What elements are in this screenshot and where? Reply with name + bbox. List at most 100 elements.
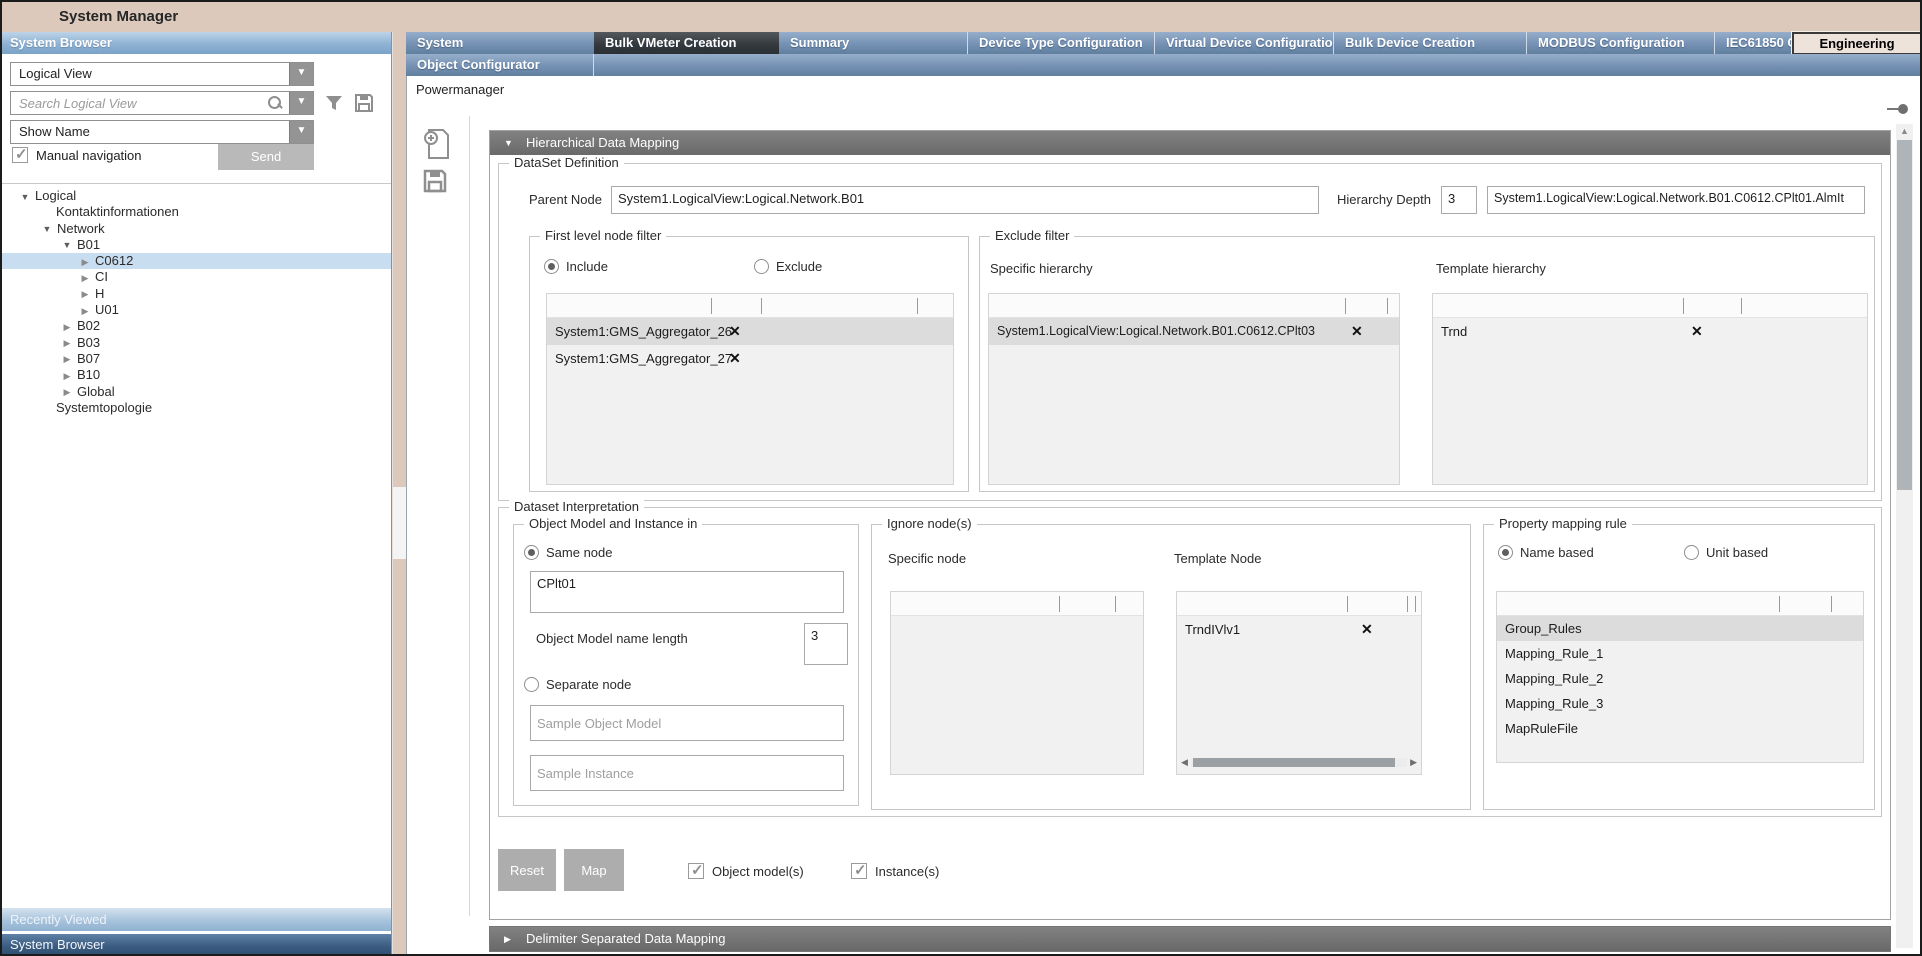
expand-icon[interactable] bbox=[78, 302, 92, 319]
filter-icon[interactable] bbox=[323, 92, 345, 114]
reset-button[interactable]: Reset bbox=[498, 849, 556, 891]
sample-instance-input[interactable] bbox=[530, 755, 844, 791]
tree-item-systemtopologie[interactable]: Systemtopologie bbox=[2, 400, 391, 416]
remove-icon[interactable] bbox=[729, 318, 741, 345]
list-item[interactable]: System1.LogicalView:Logical.Network.B01.… bbox=[989, 318, 1399, 345]
expand-icon[interactable] bbox=[60, 367, 74, 384]
chevron-down-icon[interactable] bbox=[289, 121, 313, 143]
engineering-mode-button[interactable]: Engineering bbox=[1792, 32, 1922, 55]
parent-node-field[interactable]: System1.LogicalView:Logical.Network.B01 bbox=[611, 186, 1319, 214]
list-item[interactable]: Mapping_Rule_3 bbox=[1497, 691, 1863, 716]
list-item[interactable]: Mapping_Rule_2 bbox=[1497, 666, 1863, 691]
tree-item-logical[interactable]: Logical bbox=[2, 188, 391, 204]
horizontal-scrollbar[interactable]: ◀ ▶ bbox=[1181, 756, 1417, 769]
hierarchical-data-mapping-header[interactable]: ▼ Hierarchical Data Mapping bbox=[490, 131, 1890, 155]
tree-item-h[interactable]: H bbox=[2, 286, 391, 302]
unit-based-radio[interactable] bbox=[1684, 545, 1699, 560]
tab-bulk-vmeter-creation[interactable]: Bulk VMeter Creation bbox=[594, 32, 779, 54]
separate-node-radio[interactable] bbox=[524, 677, 539, 692]
list-item[interactable]: MapRuleFile bbox=[1497, 716, 1863, 741]
list-item[interactable]: Group_Rules bbox=[1497, 616, 1863, 641]
object-models-label: Object model(s) bbox=[712, 864, 804, 879]
new-dataset-icon[interactable] bbox=[421, 128, 451, 160]
send-button[interactable]: Send bbox=[218, 144, 314, 170]
collapse-icon[interactable] bbox=[60, 236, 74, 253]
save-icon[interactable] bbox=[422, 168, 448, 194]
expand-icon[interactable] bbox=[78, 285, 92, 302]
same-node-value-field[interactable]: CPlt01 bbox=[530, 571, 844, 613]
manual-navigation-checkbox[interactable] bbox=[12, 147, 28, 163]
list-item[interactable]: Mapping_Rule_1 bbox=[1497, 641, 1863, 666]
expand-icon[interactable] bbox=[60, 350, 74, 367]
exclude-radio[interactable] bbox=[754, 259, 769, 274]
sample-object-model-input[interactable] bbox=[530, 705, 844, 741]
expand-icon[interactable] bbox=[78, 269, 92, 286]
expand-icon[interactable] bbox=[78, 253, 92, 270]
collapse-icon[interactable]: ▼ bbox=[504, 131, 513, 155]
list-item[interactable]: System1:GMS_Aggregator_27 bbox=[547, 345, 953, 372]
parent-node-label: Parent Node bbox=[529, 192, 602, 207]
hierarchy-depth-field[interactable]: 3 bbox=[1441, 186, 1477, 214]
scrollbar-thumb[interactable] bbox=[1193, 758, 1395, 767]
save-icon[interactable] bbox=[353, 92, 375, 114]
remove-icon[interactable] bbox=[729, 345, 741, 372]
map-button[interactable]: Map bbox=[564, 849, 624, 891]
expand-icon[interactable] bbox=[60, 383, 74, 400]
splitter-handle[interactable] bbox=[393, 487, 406, 559]
list-item[interactable]: TrndIVlv1 bbox=[1177, 616, 1421, 643]
expand-icon[interactable]: ▶ bbox=[504, 927, 511, 951]
chevron-down-icon[interactable] bbox=[289, 92, 313, 114]
scroll-left-icon[interactable]: ◀ bbox=[1181, 756, 1191, 769]
tree-item-u01[interactable]: U01 bbox=[2, 302, 391, 318]
tree-item-b01[interactable]: B01 bbox=[2, 237, 391, 253]
scroll-up-icon[interactable]: ▲ bbox=[1896, 126, 1913, 136]
remove-icon[interactable] bbox=[1361, 616, 1373, 643]
pin-icon[interactable] bbox=[1887, 103, 1911, 115]
vertical-scrollbar[interactable]: ▲ bbox=[1896, 124, 1913, 948]
same-node-radio[interactable] bbox=[524, 545, 539, 560]
remove-icon[interactable] bbox=[1351, 318, 1363, 345]
collapse-icon[interactable] bbox=[18, 188, 32, 205]
tree-item-b10[interactable]: B10 bbox=[2, 367, 391, 383]
name-based-label: Name based bbox=[1520, 545, 1594, 560]
object-models-checkbox[interactable] bbox=[688, 863, 704, 879]
include-radio[interactable] bbox=[544, 259, 559, 274]
view-selector[interactable]: Logical View bbox=[10, 62, 314, 86]
recently-viewed-bar[interactable]: Recently Viewed bbox=[2, 908, 391, 931]
tree-item-global[interactable]: Global bbox=[2, 384, 391, 400]
scrollbar-thumb[interactable] bbox=[1897, 140, 1912, 490]
scroll-right-icon[interactable]: ▶ bbox=[1407, 756, 1417, 769]
search-input[interactable] bbox=[11, 92, 259, 114]
tab-virtual-device-configuration[interactable]: Virtual Device Configuratio bbox=[1154, 32, 1333, 54]
tree-item-c0612[interactable]: C0612 bbox=[2, 253, 391, 269]
sample-path-field[interactable]: System1.LogicalView:Logical.Network.B01.… bbox=[1487, 186, 1865, 214]
chevron-down-icon[interactable] bbox=[289, 63, 313, 85]
tab-device-type-configuration[interactable]: Device Type Configuration bbox=[967, 32, 1154, 54]
delimiter-separated-data-mapping-header[interactable]: ▶ Delimiter Separated Data Mapping bbox=[489, 926, 1891, 952]
instances-checkbox[interactable] bbox=[851, 863, 867, 879]
tab-system[interactable]: System bbox=[406, 32, 594, 54]
tree-item-kontaktinformationen[interactable]: Kontaktinformationen bbox=[2, 204, 391, 220]
tree-item-b07[interactable]: B07 bbox=[2, 351, 391, 367]
same-node-label: Same node bbox=[546, 545, 613, 560]
tab-bulk-device-creation[interactable]: Bulk Device Creation bbox=[1333, 32, 1526, 54]
expand-icon[interactable] bbox=[60, 334, 74, 351]
expand-icon[interactable] bbox=[60, 318, 74, 335]
system-browser-header[interactable]: System Browser bbox=[2, 32, 391, 54]
list-item[interactable]: Trnd bbox=[1433, 318, 1867, 345]
remove-icon[interactable] bbox=[1691, 318, 1703, 345]
name-based-radio[interactable] bbox=[1498, 545, 1513, 560]
tree-item-network[interactable]: Network bbox=[2, 221, 391, 237]
display-mode-selector[interactable]: Show Name bbox=[10, 120, 314, 144]
tab-object-configurator[interactable]: Object Configurator bbox=[406, 54, 594, 76]
tab-summary[interactable]: Summary bbox=[779, 32, 967, 54]
section-title: Delimiter Separated Data Mapping bbox=[526, 927, 725, 951]
tree-item-ci[interactable]: CI bbox=[2, 269, 391, 285]
object-model-name-length-field[interactable]: 3 bbox=[804, 623, 848, 665]
tree-item-b02[interactable]: B02 bbox=[2, 318, 391, 334]
tab-modbus-configuration[interactable]: MODBUS Configuration bbox=[1526, 32, 1714, 54]
collapse-icon[interactable] bbox=[40, 220, 54, 237]
system-browser-bottom-bar[interactable]: System Browser bbox=[2, 934, 391, 956]
list-item[interactable]: System1:GMS_Aggregator_26 bbox=[547, 318, 953, 345]
tree-item-b03[interactable]: B03 bbox=[2, 335, 391, 351]
